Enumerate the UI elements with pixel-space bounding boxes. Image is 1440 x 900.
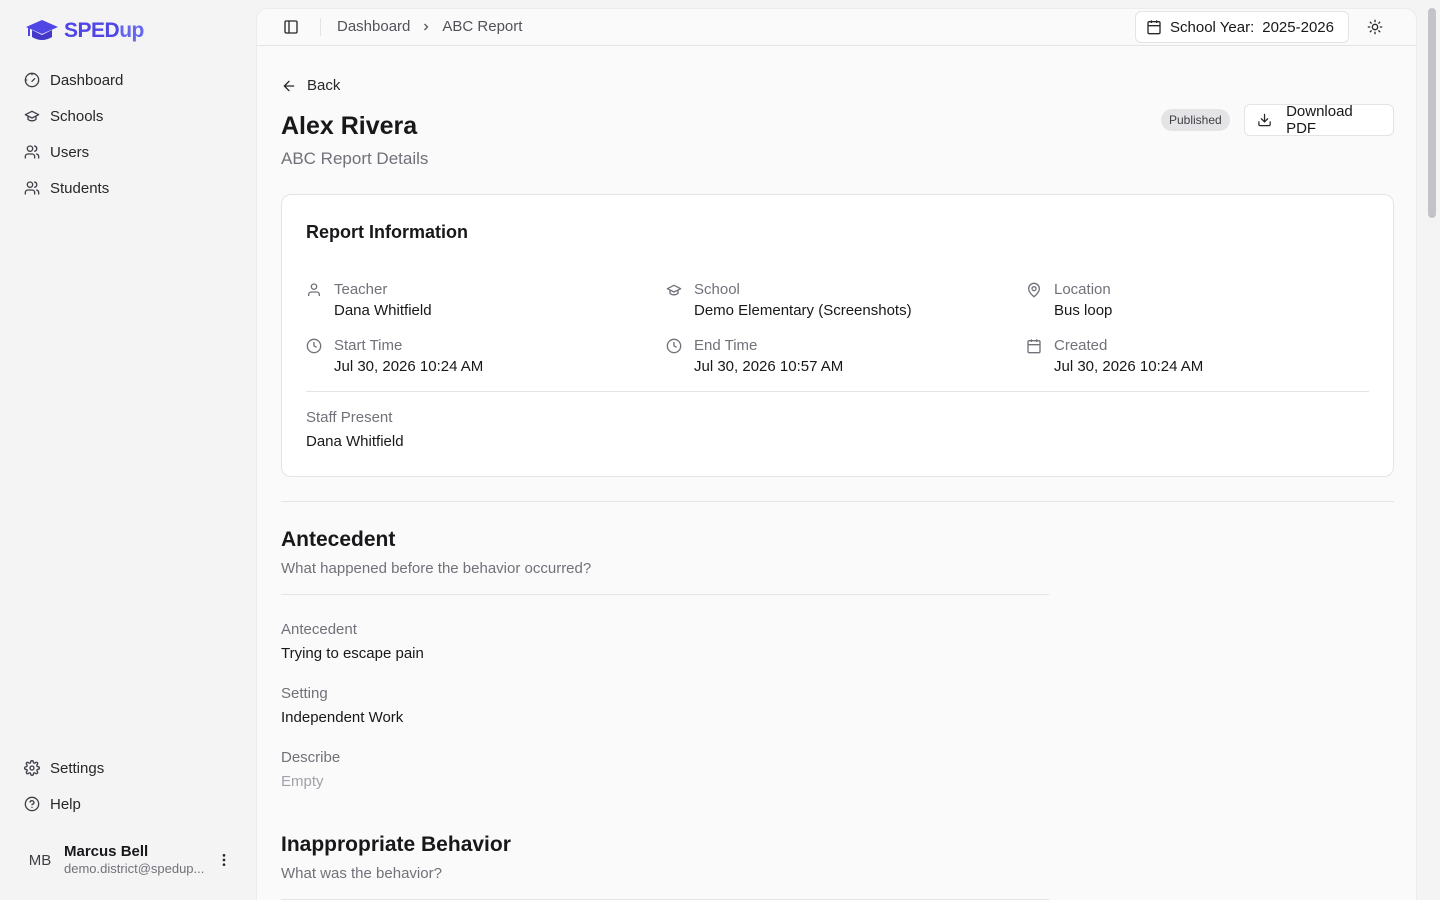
chevron-right-icon bbox=[424, 23, 429, 30]
antecedent-title: Antecedent bbox=[281, 528, 396, 551]
map-pin-icon bbox=[1027, 282, 1041, 298]
more-vertical-icon[interactable] bbox=[216, 852, 232, 868]
sidebar-item-settings[interactable]: Settings bbox=[16, 750, 240, 786]
breadcrumb: Dashboard ABC Report bbox=[337, 18, 522, 35]
school-year-label: School Year: bbox=[1170, 18, 1255, 36]
back-label: Back bbox=[307, 77, 341, 94]
user-email: demo.district@spedup... bbox=[64, 861, 205, 876]
status-badge: Published bbox=[1161, 109, 1230, 131]
info-label: Start Time bbox=[334, 337, 403, 354]
scrollbar-thumb[interactable] bbox=[1428, 8, 1436, 218]
graduation-cap-logo-icon bbox=[26, 20, 58, 40]
info-label: Location bbox=[1054, 281, 1111, 298]
staff-present-label: Staff Present bbox=[306, 409, 393, 426]
clock-icon bbox=[666, 338, 682, 354]
info-value: Jul 30, 2026 10:24 AM bbox=[1054, 358, 1204, 375]
info-start-time: Start Time Jul 30, 2026 10:24 AM bbox=[306, 337, 483, 378]
field-value: Trying to escape pain bbox=[281, 645, 424, 662]
sidebar-item-label: Help bbox=[50, 795, 81, 813]
info-value: Demo Elementary (Screenshots) bbox=[694, 302, 912, 319]
calendar-icon bbox=[1027, 339, 1041, 354]
info-label: Teacher bbox=[334, 281, 388, 298]
sidebar-item-label: Users bbox=[50, 143, 90, 161]
info-value: Bus loop bbox=[1054, 302, 1113, 319]
field-label: Setting bbox=[281, 685, 328, 702]
breadcrumb-dashboard[interactable]: Dashboard bbox=[337, 18, 410, 35]
info-value: Jul 30, 2026 10:24 AM bbox=[334, 358, 484, 375]
sidebar-item-students[interactable]: Students bbox=[16, 170, 240, 206]
users-icon bbox=[24, 181, 40, 195]
user-name: Marcus Bell bbox=[64, 843, 149, 860]
school-year-selector[interactable]: School Year: 2025-2026 bbox=[1135, 11, 1349, 43]
back-button[interactable]: Back bbox=[281, 77, 340, 94]
sidebar-item-users[interactable]: Users bbox=[16, 134, 240, 170]
page-title: Alex Rivera bbox=[281, 112, 418, 140]
sidebar-bottom-nav: Settings Help bbox=[16, 750, 240, 822]
info-value: Jul 30, 2026 10:57 AM bbox=[694, 358, 844, 375]
sidebar-item-dashboard[interactable]: Dashboard bbox=[16, 62, 240, 98]
sidebar-item-help[interactable]: Help bbox=[16, 786, 240, 822]
sidebar-toggle-icon[interactable] bbox=[283, 19, 299, 35]
sidebar-item-label: Schools bbox=[50, 107, 104, 125]
school-year-value: 2025-2026 bbox=[1262, 18, 1334, 36]
avatar: MB bbox=[28, 851, 52, 869]
sidebar-item-label: Students bbox=[50, 179, 110, 197]
sidebar: SPEDup Dashboard Schools Users Students … bbox=[0, 0, 256, 900]
help-circle-icon bbox=[24, 796, 40, 812]
download-pdf-button[interactable]: Download PDF bbox=[1244, 103, 1394, 137]
sidebar-item-label: Settings bbox=[50, 759, 105, 777]
divider bbox=[281, 501, 1394, 502]
breadcrumb-current: ABC Report bbox=[442, 18, 523, 35]
user-info: Marcus Bell demo.district@spedup... bbox=[64, 843, 208, 877]
staff-present-value: Dana Whitfield bbox=[306, 433, 404, 450]
info-label: Created bbox=[1054, 337, 1108, 354]
sidebar-item-label: Dashboard bbox=[50, 71, 124, 89]
info-end-time: End Time Jul 30, 2026 10:57 AM bbox=[666, 337, 843, 378]
field-value: Independent Work bbox=[281, 709, 404, 726]
sidebar-item-schools[interactable]: Schools bbox=[16, 98, 240, 134]
brand-name: SPEDup bbox=[64, 19, 144, 42]
gear-icon bbox=[24, 760, 40, 776]
info-teacher: Teacher Dana Whitfield bbox=[306, 281, 432, 322]
report-information-card: Report Information Teacher Dana Whitfield… bbox=[281, 194, 1394, 477]
info-label: School bbox=[694, 281, 740, 298]
info-value: Dana Whitfield bbox=[334, 302, 432, 319]
info-school: School Demo Elementary (Screenshots) bbox=[666, 281, 912, 322]
gauge-icon bbox=[24, 72, 40, 88]
main-panel: Dashboard ABC Report School Year: 2025-2… bbox=[256, 8, 1417, 900]
download-icon bbox=[1258, 113, 1271, 127]
graduation-cap-icon bbox=[24, 110, 40, 122]
brand-logo[interactable]: SPEDup bbox=[24, 18, 144, 44]
field-label: Describe bbox=[281, 749, 341, 766]
top-bar: Dashboard ABC Report School Year: 2025-2… bbox=[257, 9, 1416, 46]
info-created: Created Jul 30, 2026 10:24 AM bbox=[1026, 337, 1203, 378]
info-location: Location Bus loop bbox=[1026, 281, 1112, 322]
divider bbox=[281, 594, 1049, 595]
calendar-icon bbox=[1147, 20, 1161, 35]
card-title: Report Information bbox=[306, 222, 468, 242]
page-subtitle: ABC Report Details bbox=[281, 149, 429, 168]
divider bbox=[306, 391, 1369, 392]
antecedent-subtitle: What happened before the behavior occurr… bbox=[281, 560, 592, 577]
sun-icon[interactable] bbox=[1367, 19, 1383, 35]
field-value-empty: Empty bbox=[281, 773, 324, 790]
field-label: Antecedent bbox=[281, 621, 357, 638]
users-icon bbox=[24, 145, 40, 159]
info-label: End Time bbox=[694, 337, 758, 354]
user-menu[interactable]: MB Marcus Bell demo.district@spedup... bbox=[16, 836, 240, 884]
arrow-left-icon bbox=[283, 80, 295, 91]
user-icon bbox=[308, 283, 320, 296]
behavior-subtitle: What was the behavior? bbox=[281, 865, 442, 882]
divider bbox=[320, 18, 321, 36]
download-label: Download PDF bbox=[1286, 103, 1353, 137]
clock-icon bbox=[306, 338, 322, 354]
behavior-title: Inappropriate Behavior bbox=[281, 833, 511, 856]
graduation-cap-icon bbox=[666, 284, 682, 296]
sidebar-nav: Dashboard Schools Users Students bbox=[16, 62, 240, 206]
